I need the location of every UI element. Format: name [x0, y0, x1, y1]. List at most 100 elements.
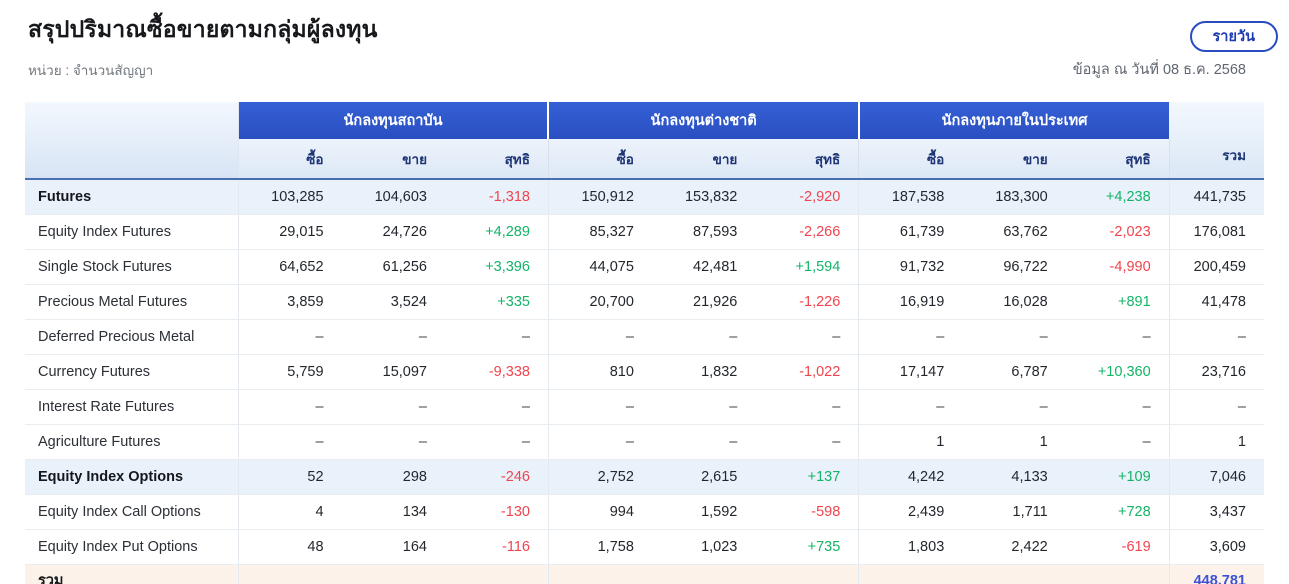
cell-buy: 5,759 [238, 354, 342, 390]
cell-sell: 21,926 [651, 284, 756, 320]
table-row: Interest Rate Futures – – – – – – – – – – [25, 389, 1264, 425]
group-header-foreign: นักลงทุนต่างชาติ [547, 102, 859, 139]
meta-row: หน่วย : จำนวนสัญญา ข้อมูล ณ วันที่ 08 ธ.… [28, 58, 1264, 81]
cell-net: -116 [445, 529, 549, 565]
subheader-sell: ขาย [962, 139, 1066, 180]
total-row: รวม 448,781 [25, 564, 1264, 584]
cell-sell: 87,593 [651, 214, 756, 250]
total-row-label: รวม [25, 564, 239, 584]
cell-buy: 2,752 [548, 459, 652, 495]
subheader-net: สุทธิ [445, 139, 549, 180]
row-label: Agriculture Futures [25, 424, 239, 460]
cell-buy: – [238, 389, 342, 425]
table-row: Agriculture Futures – – – – – –1 1–1 [25, 424, 1264, 460]
cell-net: +109 [1065, 459, 1170, 495]
cell-buy: 61,739 [858, 214, 963, 250]
cell-sell: 2,422 [962, 529, 1066, 565]
cell-buy: 1,758 [548, 529, 652, 565]
cell-sell: 1,023 [651, 529, 756, 565]
cell-sell: 4,133 [962, 459, 1066, 495]
period-daily-button[interactable]: รายวัน [1189, 21, 1278, 52]
cell-net: – [445, 319, 549, 355]
row-label: Equity Index Put Options [25, 529, 239, 565]
cell-buy: 994 [548, 494, 652, 530]
cell-buy: 20,700 [548, 284, 652, 320]
cell-buy: – [548, 319, 652, 355]
table-header: นักลงทุนสถาบัน นักลงทุนต่างชาติ นักลงทุน… [25, 102, 1264, 180]
cell-net: +4,238 [1065, 179, 1170, 215]
page: สรุปปริมาณซื้อขายตามกลุ่มผู้ลงทุน รายวัน… [0, 12, 1289, 584]
cell-buy: 810 [548, 354, 652, 390]
cell-sell: 153,832 [651, 179, 756, 215]
cell-buy: 4 [238, 494, 342, 530]
cell-buy: – [858, 389, 963, 425]
cell-net: +10,360 [1065, 354, 1170, 390]
cell-row-total: 7,046 [1169, 459, 1264, 495]
cell-sell: 183,300 [962, 179, 1066, 215]
row-label: Equity Index Call Options [25, 494, 239, 530]
row-label: Interest Rate Futures [25, 389, 239, 425]
cell-buy: – [238, 319, 342, 355]
cell-net: -2,920 [755, 179, 860, 215]
table-row: Precious Metal Futures 3,859 3,524 +335 20,7… [25, 284, 1264, 320]
cell-row-total: 200,459 [1169, 249, 1264, 285]
cell-buy: 44,075 [548, 249, 652, 285]
table-body: Futures 103,285 104,603 -1,318 150,912 153,83… [25, 179, 1264, 565]
cell-sell: 1,592 [651, 494, 756, 530]
cell-net: – [1065, 319, 1170, 355]
cell-buy: 187,538 [858, 179, 963, 215]
cell-sell: 63,762 [962, 214, 1066, 250]
cell-buy: 91,732 [858, 249, 963, 285]
cell-buy: 29,015 [238, 214, 342, 250]
cell-net: – [445, 424, 549, 460]
cell-sell: 96,722 [962, 249, 1066, 285]
cell-net: +335 [445, 284, 549, 320]
cell-net: -2,266 [755, 214, 860, 250]
cell-net: +891 [1065, 284, 1170, 320]
cell-net: -1,318 [445, 179, 549, 215]
row-label: Equity Index Options [25, 459, 239, 495]
investor-volume-table: นักลงทุนสถาบัน นักลงทุนต่างชาติ นักลงทุน… [25, 102, 1264, 584]
cell-row-total: 1 [1169, 424, 1264, 460]
subheader-net: สุทธิ [1065, 139, 1170, 180]
cell-buy: 85,327 [548, 214, 652, 250]
cell-row-total: 41,478 [1169, 284, 1264, 320]
cell-row-total: 3,609 [1169, 529, 1264, 565]
cell-buy: – [548, 389, 652, 425]
cell-sell: 42,481 [651, 249, 756, 285]
row-label: Futures [25, 179, 239, 215]
cell-buy: 48 [238, 529, 342, 565]
cell-sell: – [651, 424, 756, 460]
cell-row-total: – [1169, 319, 1264, 355]
cell-net: +728 [1065, 494, 1170, 530]
cell-net: -598 [755, 494, 860, 530]
subheader-sell: ขาย [651, 139, 756, 180]
cell-buy: 17,147 [858, 354, 963, 390]
cell-buy: – [858, 319, 963, 355]
table-row: Futures 103,285 104,603 -1,318 150,912 153,83… [25, 179, 1264, 215]
cell-sell: 24,726 [341, 214, 445, 250]
cell-net: +4,289 [445, 214, 549, 250]
cell-sell: – [651, 389, 756, 425]
corner-cell [25, 102, 239, 180]
cell-sell: 2,615 [651, 459, 756, 495]
cell-net: – [755, 424, 860, 460]
row-label: Currency Futures [25, 354, 239, 390]
table-row: Currency Futures 5,759 15,097 -9,338 810 1,83… [25, 354, 1264, 390]
cell-sell: – [651, 319, 756, 355]
cell-net: – [755, 389, 860, 425]
page-title: สรุปปริมาณซื้อขายตามกลุ่มผู้ลงทุน [28, 16, 378, 42]
cell-sell: 1,832 [651, 354, 756, 390]
cell-net: +137 [755, 459, 860, 495]
cell-buy: 16,919 [858, 284, 963, 320]
table-row: Single Stock Futures 64,652 61,256 +3,396 44… [25, 249, 1264, 285]
cell-net: – [445, 389, 549, 425]
table-row: Equity Index Options 52 298 -246 2,752 2,615 +… [25, 459, 1264, 495]
group-header-domestic: นักลงทุนภายในประเทศ [857, 102, 1170, 139]
table-row: Equity Index Call Options 4 134 -130 994 1,59… [25, 494, 1264, 530]
cell-net: -1,022 [755, 354, 860, 390]
cell-sell: 164 [341, 529, 445, 565]
row-label: Deferred Precious Metal [25, 319, 239, 355]
cell-net: -9,338 [445, 354, 549, 390]
cell-net: -2,023 [1065, 214, 1170, 250]
